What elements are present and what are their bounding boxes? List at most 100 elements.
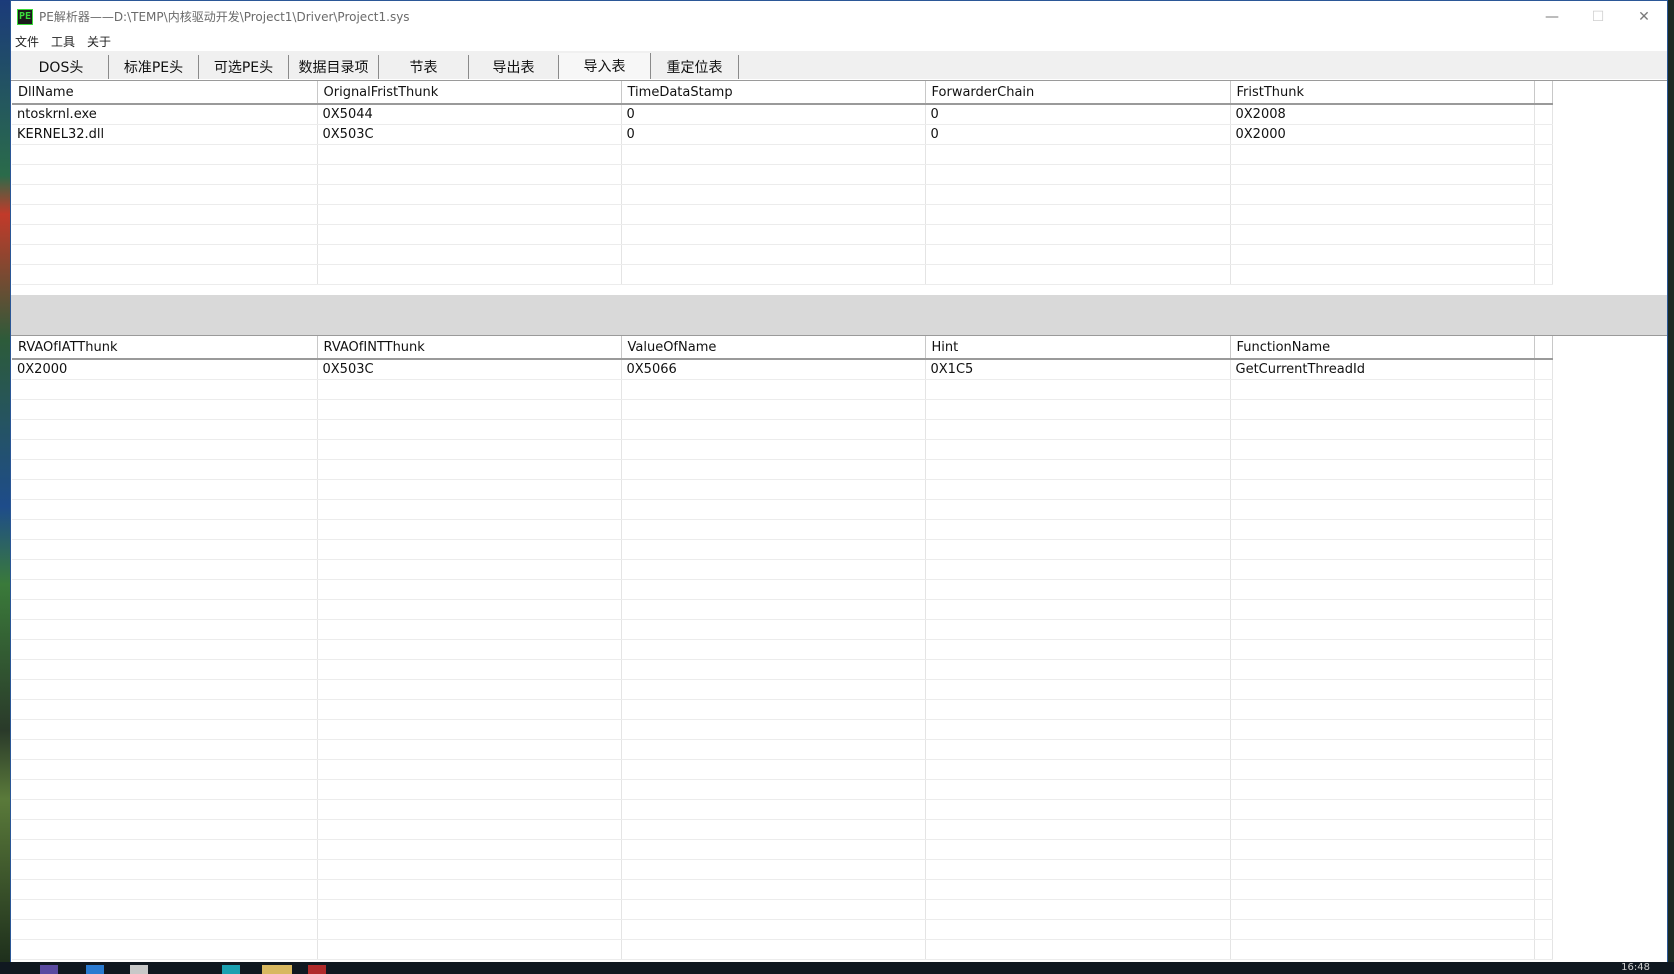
column-header-filler (1534, 81, 1553, 105)
close-button[interactable]: ✕ (1621, 1, 1667, 32)
table-cell (317, 499, 622, 520)
taskbar-app-icon[interactable] (222, 965, 240, 974)
row-filler (1534, 679, 1553, 700)
table-cell (1230, 379, 1535, 400)
tab-export-table[interactable]: 导出表 (469, 55, 559, 79)
column-header[interactable]: DllName (12, 81, 318, 105)
table-cell: 0X503C (317, 124, 622, 145)
table-cell (925, 599, 1231, 620)
table-cell (1230, 439, 1535, 460)
table-cell (317, 264, 622, 285)
column-header[interactable]: Hint (925, 336, 1231, 360)
tab-optional-header[interactable]: 可选PE头 (199, 55, 289, 79)
table-cell (317, 899, 622, 920)
menu-tools[interactable]: 工具 (45, 33, 81, 50)
taskbar-clock[interactable]: 16:48 (1621, 962, 1650, 974)
table-cell (12, 399, 318, 420)
title-bar[interactable]: PE PE解析器——D:\TEMP\内核驱动开发\Project1\Driver… (11, 1, 1667, 32)
table-cell (621, 859, 926, 880)
tab-import-table[interactable]: 导入表 (559, 53, 651, 79)
table-cell (12, 919, 318, 940)
row-filler (1534, 144, 1553, 165)
tab-relocation-table[interactable]: 重定位表 (651, 55, 739, 79)
table-cell (925, 779, 1231, 800)
empty-row (12, 799, 1553, 820)
table-cell (925, 479, 1231, 500)
table-cell (925, 619, 1231, 640)
table-cell (12, 439, 318, 460)
import-descriptor-table: DllName OrignalFristThunk TimeDataStamp … (12, 81, 1553, 285)
column-header[interactable]: FunctionName (1230, 336, 1535, 360)
table-cell (925, 659, 1231, 680)
table-cell (621, 779, 926, 800)
table-cell (621, 579, 926, 600)
table-cell (12, 759, 318, 780)
menu-about[interactable]: 关于 (81, 33, 117, 50)
table-cell (12, 819, 318, 840)
table-cell (621, 379, 926, 400)
table-cell (621, 244, 926, 265)
imported-function-list[interactable]: RVAOfIATThunk RVAOfINTThunk ValueOfName … (11, 335, 1667, 962)
table-cell (621, 639, 926, 660)
table-cell (1230, 939, 1535, 960)
table-cell (317, 459, 622, 480)
tab-data-directory[interactable]: 数据目录项 (289, 55, 379, 79)
column-header[interactable]: RVAOfIATThunk (12, 336, 318, 360)
tab-file-header[interactable]: 标准PE头 (109, 55, 199, 79)
table-cell (317, 519, 622, 540)
table-cell (925, 419, 1231, 440)
row-filler (1534, 224, 1553, 245)
splitter[interactable] (11, 295, 1667, 335)
import-descriptor-list[interactable]: DllName OrignalFristThunk TimeDataStamp … (11, 80, 1667, 295)
app-icon: PE (17, 8, 33, 25)
table-cell: 0X5044 (317, 104, 622, 125)
table-cell (925, 939, 1231, 960)
taskbar-app-icon[interactable] (308, 965, 326, 974)
table-header-row: RVAOfIATThunk RVAOfINTThunk ValueOfName … (12, 336, 1553, 360)
menu-file[interactable]: 文件 (11, 33, 45, 50)
column-header[interactable]: FristThunk (1230, 81, 1535, 105)
table-cell (12, 519, 318, 540)
table-cell (925, 244, 1231, 265)
pe-parser-window: PE PE解析器——D:\TEMP\内核驱动开发\Project1\Driver… (10, 0, 1668, 962)
table-cell (12, 224, 318, 245)
taskbar-app-icon[interactable] (86, 965, 104, 974)
maximize-button[interactable]: ☐ (1575, 1, 1621, 32)
table-cell (925, 439, 1231, 460)
column-header[interactable]: ValueOfName (621, 336, 926, 360)
table-cell (12, 499, 318, 520)
table-cell (925, 559, 1231, 580)
tab-dos-header[interactable]: DOS头 (14, 55, 109, 79)
table-cell (317, 539, 622, 560)
table-row[interactable]: 0X2000 0X503C 0X5066 0X1C5 GetCurrentThreadI… (12, 359, 1553, 380)
table-cell (925, 639, 1231, 660)
row-filler (1534, 519, 1553, 540)
taskbar-app-icon[interactable] (130, 965, 148, 974)
row-filler (1534, 439, 1553, 460)
table-row[interactable]: ntoskrnl.exe 0X5044 0 0 0X2008 (12, 104, 1553, 125)
column-header[interactable]: RVAOfINTThunk (317, 336, 622, 360)
table-cell (1230, 919, 1535, 940)
column-header-filler (1534, 336, 1553, 360)
column-header[interactable]: TimeDataStamp (621, 81, 926, 105)
row-filler (1534, 559, 1553, 580)
table-cell (317, 244, 622, 265)
taskbar-app-icon[interactable] (40, 965, 58, 974)
row-filler (1534, 479, 1553, 500)
row-filler (1534, 639, 1553, 660)
taskbar-app-icon[interactable] (262, 965, 292, 974)
window-title: PE解析器——D:\TEMP\内核驱动开发\Project1\Driver\Pr… (39, 10, 410, 24)
empty-row (12, 399, 1553, 420)
tab-section-table[interactable]: 节表 (379, 55, 469, 79)
table-cell (12, 659, 318, 680)
table-cell (925, 519, 1231, 540)
table-cell (12, 899, 318, 920)
table-cell (621, 144, 926, 165)
minimize-button[interactable]: — (1529, 1, 1575, 32)
table-cell (317, 559, 622, 580)
column-header[interactable]: ForwarderChain (925, 81, 1231, 105)
table-cell (317, 379, 622, 400)
table-cell (12, 419, 318, 440)
column-header[interactable]: OrignalFristThunk (317, 81, 622, 105)
table-row[interactable]: KERNEL32.dll 0X503C 0 0 0X2000 (12, 124, 1553, 145)
